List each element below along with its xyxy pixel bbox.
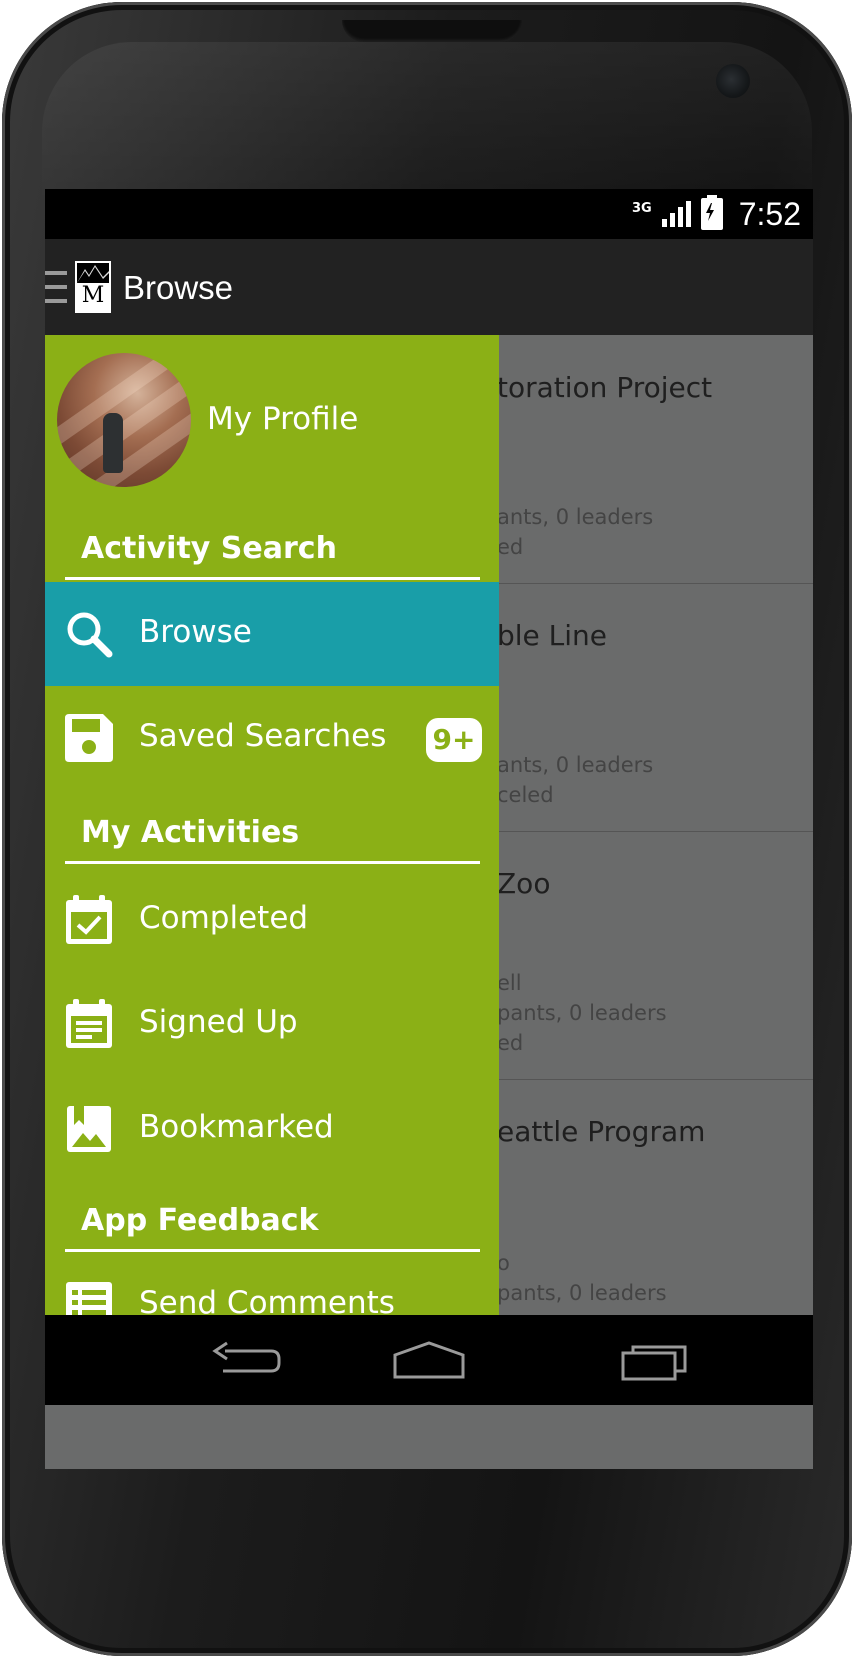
status-icons: 3G 7:52: [632, 195, 801, 232]
battery-icon: [700, 195, 723, 230]
list-item-detail: celed: [497, 783, 554, 807]
drawer-item-browse[interactable]: Browse: [45, 582, 499, 686]
drawer-item-send-comments[interactable]: Send Comments: [45, 1253, 499, 1315]
phone-frame: 3G 7:52 M Browse toration Project ants, …: [2, 2, 852, 1656]
list-item-detail: ed: [497, 1031, 524, 1055]
list-item-title: toration Project: [497, 371, 713, 404]
drawer-item-label: Completed: [139, 900, 309, 936]
drawer-item-signed-up[interactable]: Signed Up: [45, 972, 499, 1076]
section-app-feedback: App Feedback: [81, 1203, 319, 1238]
bookmark-image-icon: [67, 1106, 111, 1152]
screen: 3G 7:52 M Browse toration Project ants, …: [45, 189, 813, 1469]
drawer-item-label: Signed Up: [139, 1004, 298, 1040]
mountain-icon: [77, 263, 109, 283]
clock: 7:52: [738, 195, 801, 232]
page-title: Browse: [123, 269, 234, 306]
action-bar: M Browse: [45, 239, 813, 335]
count-badge: 9+: [426, 718, 482, 762]
save-disk-icon: [65, 714, 113, 762]
app-logo[interactable]: M: [75, 261, 111, 313]
home-icon[interactable]: [391, 1337, 467, 1385]
network-type: 3G: [632, 200, 652, 216]
drawer-item-label: Send Comments: [139, 1285, 395, 1315]
calendar-list-icon: [66, 999, 112, 1048]
drawer-item-saved-searches[interactable]: Saved Searches 9+: [45, 686, 499, 790]
menu-icon[interactable]: [45, 271, 67, 303]
list-item-detail: ell: [497, 971, 522, 995]
signal-icon: [661, 201, 691, 227]
my-profile-link[interactable]: My Profile: [207, 401, 358, 437]
drawer-item-label: Saved Searches: [139, 718, 387, 754]
drawer-item-bookmarked[interactable]: Bookmarked: [45, 1077, 499, 1181]
speaker-grille: [342, 20, 522, 42]
section-activity-search: Activity Search: [81, 531, 337, 566]
front-camera: [716, 64, 750, 98]
list-item-title: Zoo: [497, 867, 551, 900]
list-item-detail: pants, 0 leaders: [497, 1281, 667, 1305]
drawer-item-label: Bookmarked: [139, 1109, 334, 1145]
calendar-check-icon: [66, 895, 112, 944]
section-divider: [65, 1249, 480, 1252]
drawer-item-completed[interactable]: Completed: [45, 868, 499, 972]
phone-sheen: [42, 42, 812, 202]
logo-letter: M: [81, 283, 105, 308]
section-divider: [65, 577, 480, 580]
status-bar: 3G 7:52: [45, 189, 813, 239]
drawer-item-label: Browse: [139, 614, 252, 650]
list-item-detail: ants, 0 leaders: [497, 505, 654, 529]
section-divider: [65, 861, 480, 864]
list-item-title: ble Line: [497, 619, 608, 652]
section-my-activities: My Activities: [81, 815, 300, 850]
system-nav-bar: [45, 1315, 813, 1405]
back-icon[interactable]: [205, 1337, 285, 1385]
list-icon: [66, 1282, 112, 1315]
list-item-detail: ants, 0 leaders: [497, 753, 654, 777]
list-item-title: eattle Program: [497, 1115, 706, 1148]
search-icon: [67, 612, 113, 658]
navigation-drawer: My Profile Activity Search Browse Saved …: [45, 335, 499, 1315]
list-item-detail: ed: [497, 535, 524, 559]
avatar[interactable]: [57, 353, 191, 487]
list-item-detail: pants, 0 leaders: [497, 1001, 667, 1025]
recents-icon[interactable]: [619, 1337, 691, 1385]
